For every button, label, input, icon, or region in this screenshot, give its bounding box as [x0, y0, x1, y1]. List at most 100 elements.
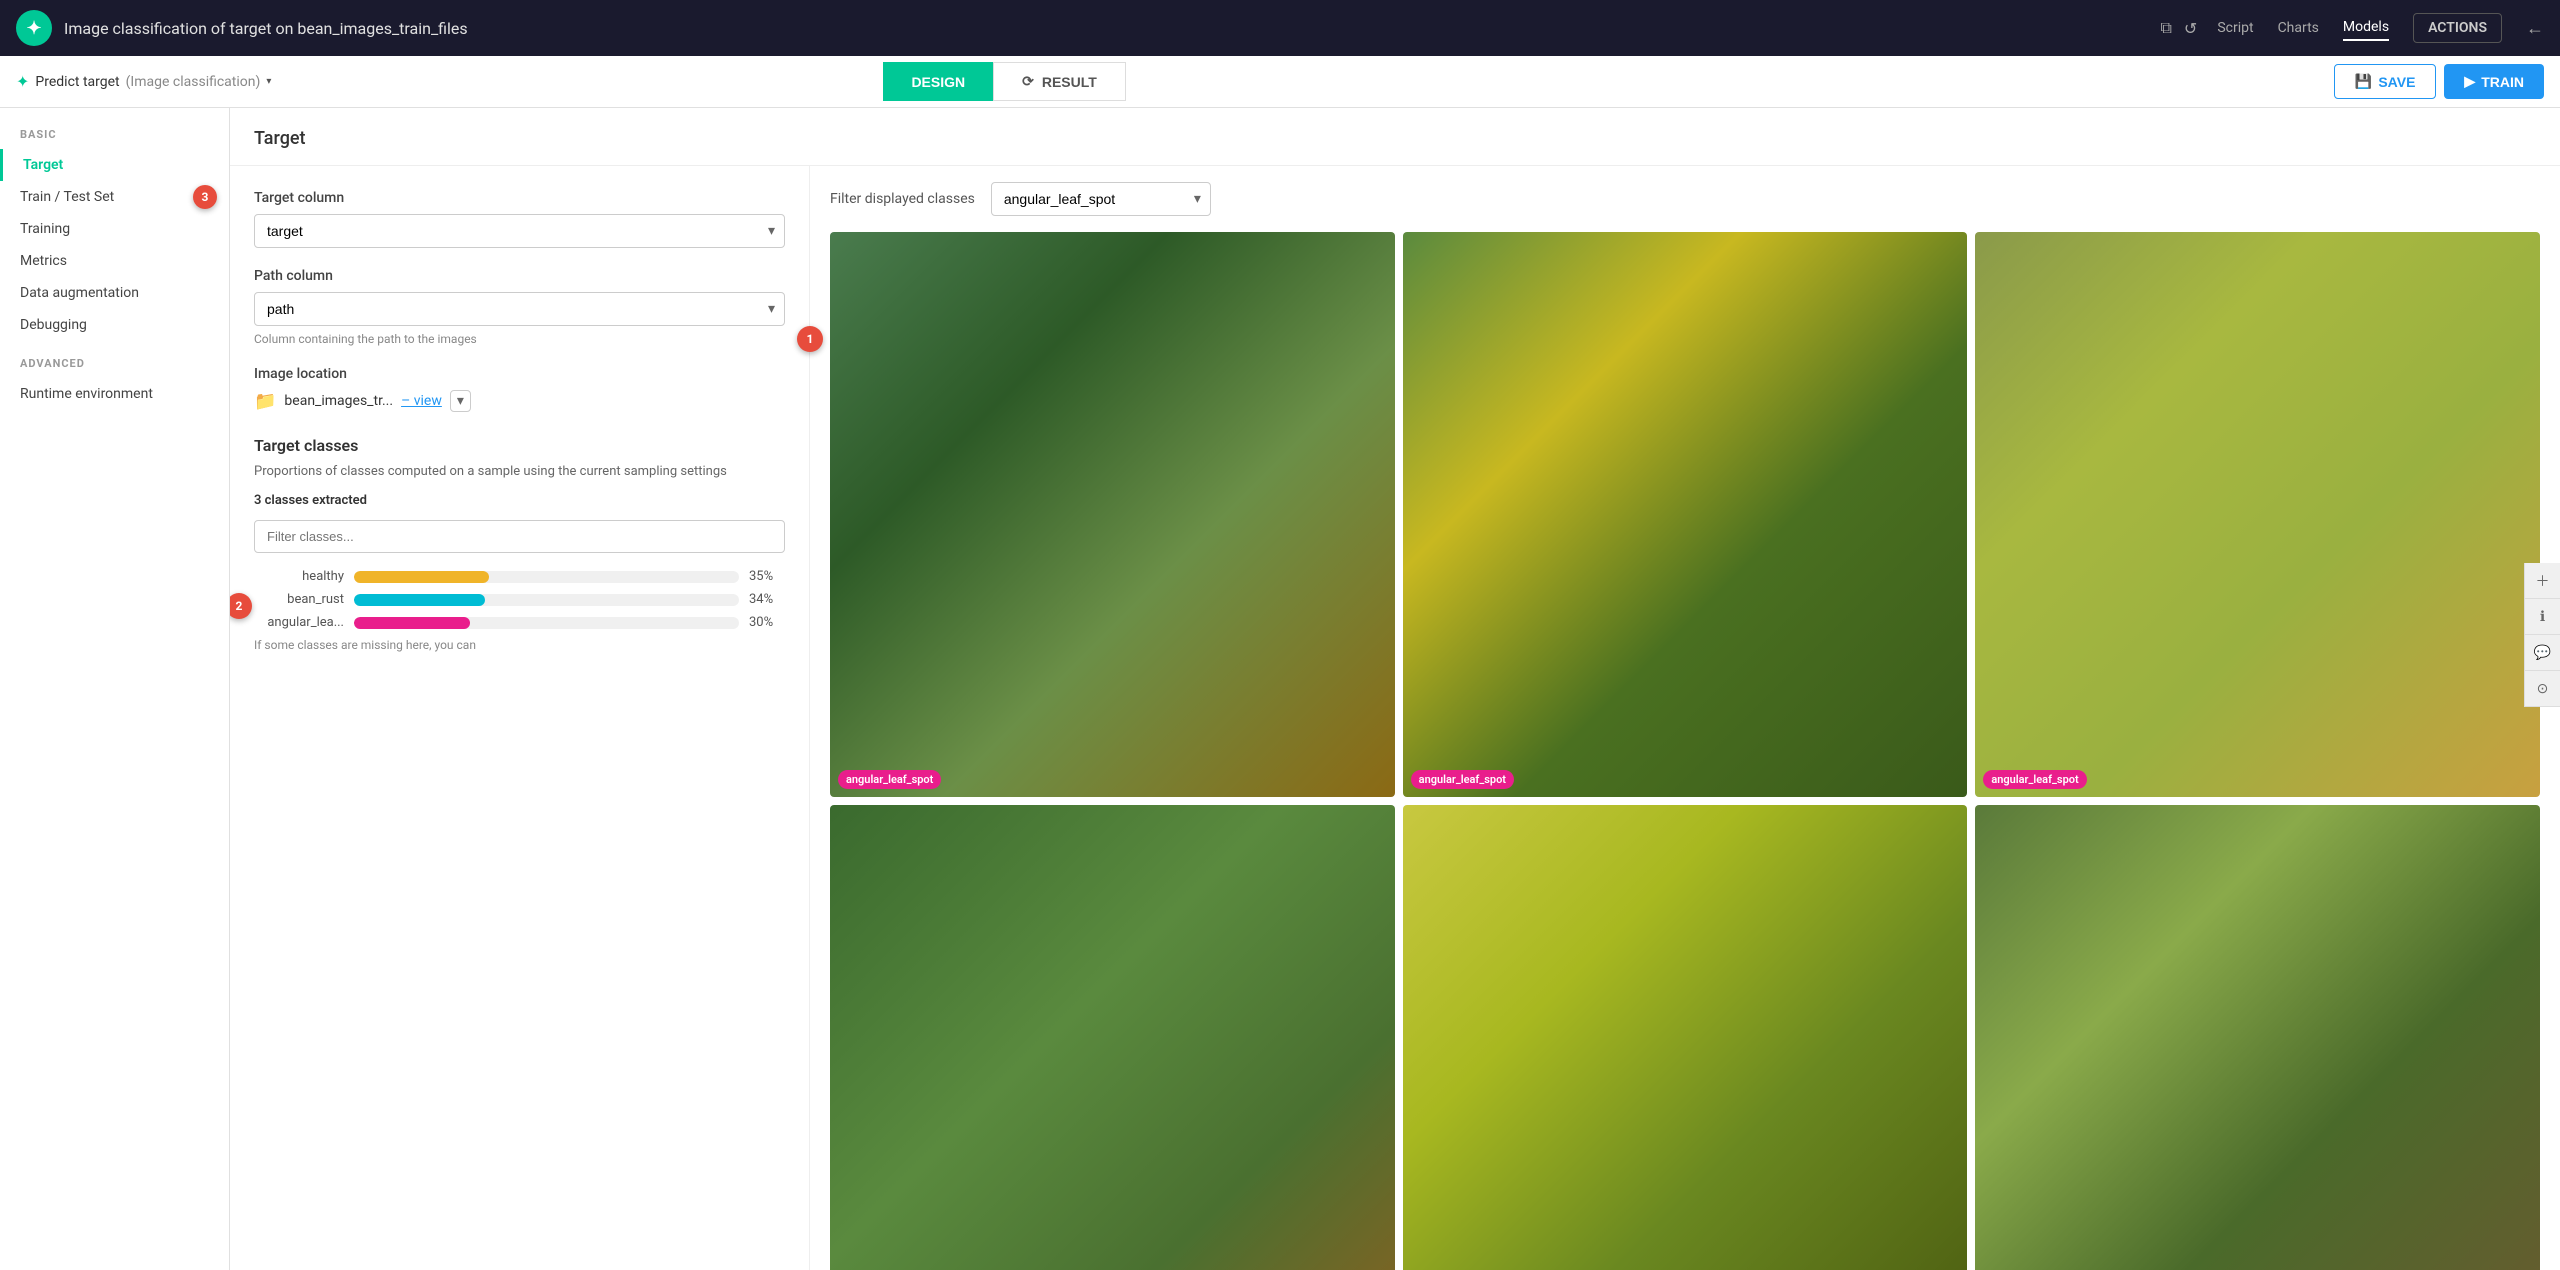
classes-count: 3 classes extracted — [254, 493, 785, 508]
section-title: Target — [230, 108, 2560, 166]
save-button[interactable]: 💾 SAVE — [2334, 64, 2437, 99]
nav-models[interactable]: Models — [2343, 15, 2389, 41]
folder-icon: 📁 — [254, 391, 276, 412]
class-row-healthy: healthy 35% — [254, 569, 785, 584]
image-label-2: angular_leaf_spot — [1983, 770, 2086, 789]
predict-type: (Image classification) — [126, 74, 261, 90]
leaf-image-0 — [830, 232, 1395, 797]
leaf-image-1 — [1403, 232, 1968, 797]
tab-design[interactable]: DESIGN — [883, 62, 993, 101]
predict-icon: ✦ — [16, 72, 29, 91]
classes-desc: Proportions of classes computed on a sam… — [254, 463, 785, 481]
image-cell-5: angular_leaf_spot — [1975, 805, 2540, 1270]
class-pct-angular: 30% — [749, 615, 785, 630]
class-row-bean-rust: bean_rust 34% — [254, 592, 785, 607]
action-buttons: 💾 SAVE ▶ TRAIN — [2334, 64, 2544, 99]
save-icon: 💾 — [2355, 73, 2372, 90]
side-icon-globe[interactable]: ⊙ — [2524, 671, 2560, 707]
back-button[interactable]: ← — [2526, 18, 2544, 39]
sidebar-item-data-augmentation[interactable]: Data augmentation — [0, 277, 229, 309]
filter-row: Filter displayed classes angular_leaf_sp… — [830, 182, 2540, 216]
view-link[interactable]: – view — [401, 393, 442, 409]
train-icon: ▶ — [2464, 73, 2475, 90]
missing-note: If some classes are missing here, you ca… — [254, 638, 785, 652]
filter-classes-label: Filter displayed classes — [830, 191, 975, 207]
leaf-image-3 — [830, 805, 1395, 1270]
leaf-image-2 — [1975, 232, 2540, 797]
image-location-label: Image location — [254, 366, 785, 382]
sidebar-item-runtime[interactable]: Runtime environment — [0, 378, 229, 410]
class-pct-healthy: 35% — [749, 569, 785, 584]
class-bar-bg-angular — [354, 617, 739, 629]
subheader: ✦ Predict target (Image classification) … — [0, 56, 2560, 108]
class-bar-angular — [354, 617, 470, 629]
nav-script[interactable]: Script — [2217, 16, 2253, 40]
sidebar-item-debugging[interactable]: Debugging — [0, 309, 229, 341]
target-column-select-wrapper: target — [254, 214, 785, 248]
train-button[interactable]: ▶ TRAIN — [2444, 64, 2544, 99]
filter-classes-input[interactable] — [254, 520, 785, 553]
sidebar: BASIC Target Train / Test Set 3 Training… — [0, 108, 230, 1270]
sidebar-item-target[interactable]: Target — [0, 149, 229, 181]
side-icon-chat[interactable]: 💬 — [2524, 635, 2560, 671]
image-label-0: angular_leaf_spot — [838, 770, 941, 789]
class-bar-healthy — [354, 571, 489, 583]
image-panel: Filter displayed classes angular_leaf_sp… — [810, 166, 2560, 1270]
header-nav: Script Charts Models ACTIONS — [2217, 13, 2502, 43]
folder-name: bean_images_tr... — [284, 393, 393, 409]
config-panel: 1 Target column target Path column path … — [230, 166, 810, 1270]
path-column-select[interactable]: path — [254, 292, 785, 326]
image-cell-1: angular_leaf_spot — [1403, 232, 1968, 797]
path-column-select-wrapper: path — [254, 292, 785, 326]
sidebar-item-train-test-wrapper: Train / Test Set 3 — [0, 181, 229, 213]
class-name-bean-rust: bean_rust — [254, 592, 344, 607]
copy-icon[interactable]: ⧉ — [2160, 18, 2171, 38]
leaf-image-4 — [1403, 805, 1968, 1270]
image-cell-4: angular_leaf_spot — [1403, 805, 1968, 1270]
class-name-angular: angular_lea... — [254, 615, 344, 630]
logo-icon: ✦ — [26, 18, 41, 39]
path-column-label: Path column — [254, 268, 785, 284]
class-row-angular: angular_lea... 30% — [254, 615, 785, 630]
page-title: Image classification of target on bean_i… — [64, 19, 2148, 38]
sidebar-item-training[interactable]: Training — [0, 213, 229, 245]
nav-actions[interactable]: ACTIONS — [2413, 13, 2502, 43]
annotation-badge-1: 1 — [797, 326, 823, 352]
header: ✦ Image classification of target on bean… — [0, 0, 2560, 56]
class-bar-bg-bean-rust — [354, 594, 739, 606]
side-icon-info[interactable]: ℹ — [2524, 599, 2560, 635]
leaf-image-5 — [1975, 805, 2540, 1270]
side-icon-plus[interactable]: ＋ — [2524, 563, 2560, 599]
image-label-1: angular_leaf_spot — [1411, 770, 1514, 789]
refresh-icon[interactable]: ↺ — [2184, 19, 2197, 38]
main-layout: BASIC Target Train / Test Set 3 Training… — [0, 108, 2560, 1270]
class-bar-bean-rust — [354, 594, 485, 606]
image-cell-0: angular_leaf_spot — [830, 232, 1395, 797]
right-side-icons: ＋ ℹ 💬 ⊙ — [2524, 563, 2560, 707]
image-cell-3: angular_leaf_spot — [830, 805, 1395, 1270]
image-grid: angular_leaf_spot angular_leaf_spot angu… — [830, 232, 2540, 1270]
predict-dropdown-arrow[interactable]: ▾ — [266, 76, 271, 87]
app-logo[interactable]: ✦ — [16, 10, 52, 46]
tab-group: DESIGN ⟳ RESULT — [883, 62, 1125, 101]
filter-select-wrapper: angular_leaf_spot — [991, 182, 1211, 216]
sidebar-item-metrics[interactable]: Metrics — [0, 245, 229, 277]
target-column-label: Target column — [254, 190, 785, 206]
path-column-helper: Column containing the path to the images — [254, 332, 785, 346]
advanced-section-label: ADVANCED — [0, 357, 229, 378]
tab-result[interactable]: ⟳ RESULT — [993, 62, 1126, 101]
predict-label-group: ✦ Predict target (Image classification) … — [16, 72, 271, 91]
predict-text: Predict target — [35, 74, 119, 90]
image-location-row: 📁 bean_images_tr... – view ▾ — [254, 390, 785, 412]
location-dropdown-arrow[interactable]: ▾ — [450, 390, 471, 412]
filter-classes-select[interactable]: angular_leaf_spot — [991, 182, 1211, 216]
image-cell-2: angular_leaf_spot — [1975, 232, 2540, 797]
class-bar-bg-healthy — [354, 571, 739, 583]
panel-body: 1 Target column target Path column path … — [230, 166, 2560, 1270]
header-icons: ⧉ ↺ — [2160, 18, 2197, 38]
content-area: Target 1 Target column target Path colum… — [230, 108, 2560, 1270]
badge-3: 3 — [193, 185, 217, 209]
nav-charts[interactable]: Charts — [2278, 16, 2319, 40]
target-column-select[interactable]: target — [254, 214, 785, 248]
result-icon: ⟳ — [1022, 73, 1034, 90]
